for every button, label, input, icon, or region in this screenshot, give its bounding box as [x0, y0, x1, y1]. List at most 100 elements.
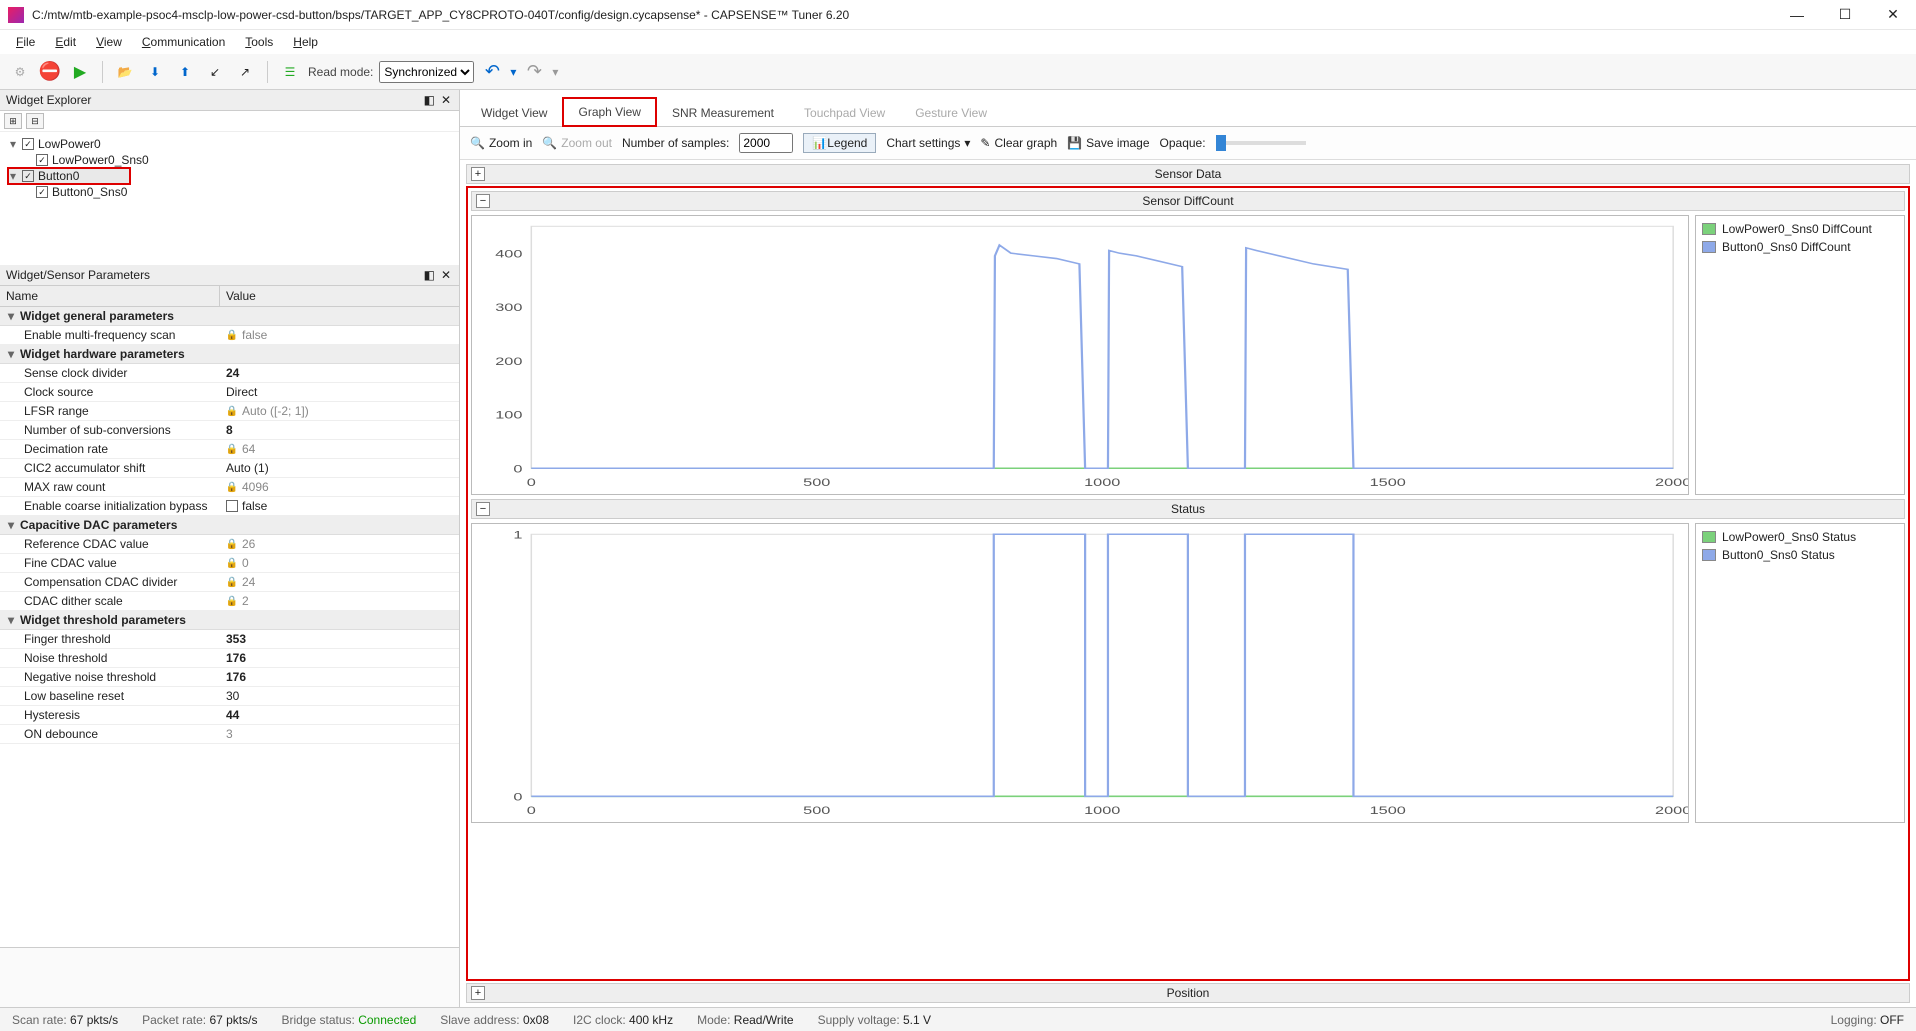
param-row[interactable]: Compensation CDAC divider🔒24: [0, 573, 459, 592]
checkbox[interactable]: ✓: [22, 170, 34, 182]
tab-touchpad: Touchpad View: [789, 99, 900, 126]
param-row[interactable]: Hysteresis44: [0, 706, 459, 725]
undock-icon[interactable]: ◧: [422, 268, 437, 282]
opaque-label: Opaque:: [1160, 136, 1206, 150]
legend-item[interactable]: Button0_Sns0 Status: [1702, 548, 1898, 562]
param-group[interactable]: ▾Widget general parameters: [0, 307, 459, 326]
svg-text:1000: 1000: [1084, 475, 1120, 488]
checkbox[interactable]: ✓: [36, 186, 48, 198]
svg-text:0: 0: [527, 475, 536, 488]
main-toolbar: ⚙ ⛔ ▶ 📂 ⬇ ⬆ ↙ ↗ ☰ Read mode: Synchronize…: [0, 54, 1916, 90]
param-row[interactable]: ON debounce3: [0, 725, 459, 744]
upload-icon[interactable]: ⬆: [173, 60, 197, 84]
checkbox[interactable]: ✓: [22, 138, 34, 150]
checkbox[interactable]: [226, 500, 238, 512]
param-row[interactable]: Decimation rate🔒64: [0, 440, 459, 459]
statusbar: Scan rate: 67 pkts/s Packet rate: 67 pkt…: [0, 1007, 1916, 1031]
param-group[interactable]: ▾Widget threshold parameters: [0, 611, 459, 630]
param-group[interactable]: ▾Widget hardware parameters: [0, 345, 459, 364]
menu-file[interactable]: File: [8, 33, 43, 51]
param-row[interactable]: Finger threshold353: [0, 630, 459, 649]
legend-item[interactable]: LowPower0_Sns0 DiffCount: [1702, 222, 1898, 236]
param-row[interactable]: Number of sub-conversions8: [0, 421, 459, 440]
param-row[interactable]: Reference CDAC value🔒26: [0, 535, 459, 554]
param-row[interactable]: Enable coarse initialization bypassfalse: [0, 497, 459, 516]
graph-toolbar: 🔍Zoom in 🔍Zoom out Number of samples: 📊L…: [460, 127, 1916, 160]
param-row[interactable]: Noise threshold176: [0, 649, 459, 668]
readmode-label: Read mode:: [308, 65, 373, 79]
list-icon[interactable]: ☰: [278, 60, 302, 84]
chart-settings-button[interactable]: Chart settings ▾: [886, 136, 970, 150]
stop-icon[interactable]: ⛔: [38, 60, 62, 84]
tree-node-button0[interactable]: ▾ ✓ Button0: [8, 168, 130, 184]
svg-text:1500: 1500: [1370, 475, 1406, 488]
expand-icon[interactable]: +: [471, 986, 485, 1000]
legend-item[interactable]: LowPower0_Sns0 Status: [1702, 530, 1898, 544]
param-row[interactable]: Low baseline reset30: [0, 687, 459, 706]
param-row[interactable]: MAX raw count🔒4096: [0, 478, 459, 497]
undock-icon[interactable]: ◧: [422, 93, 437, 107]
menu-help[interactable]: Help: [285, 33, 326, 51]
param-row[interactable]: Negative noise threshold176: [0, 668, 459, 687]
chevron-down-icon[interactable]: ▾: [8, 169, 18, 183]
tree-node-lowpower0-sns0[interactable]: ✓ LowPower0_Sns0: [8, 152, 451, 168]
menu-tools[interactable]: Tools: [237, 33, 281, 51]
svg-text:1: 1: [513, 528, 522, 541]
legend-button[interactable]: 📊Legend: [803, 133, 876, 153]
num-samples-input[interactable]: [739, 133, 793, 153]
readmode-select[interactable]: Synchronized: [379, 61, 474, 83]
diffcount-chart[interactable]: 01002003004000500100015002000: [471, 215, 1689, 495]
zoom-in-button[interactable]: 🔍Zoom in: [470, 136, 532, 150]
menu-communication[interactable]: Communication: [134, 33, 233, 51]
tab-widget-view[interactable]: Widget View: [466, 99, 562, 126]
param-row[interactable]: CDAC dither scale🔒2: [0, 592, 459, 611]
import-icon[interactable]: ↙: [203, 60, 227, 84]
collapse-all-icon[interactable]: ⊟: [26, 113, 44, 129]
gear-icon[interactable]: ⚙: [8, 60, 32, 84]
param-row[interactable]: CIC2 accumulator shiftAuto (1): [0, 459, 459, 478]
tree-node-lowpower0[interactable]: ▾ ✓ LowPower0: [8, 136, 451, 152]
redo-icon[interactable]: ↷: [522, 60, 546, 84]
param-row[interactable]: LFSR range🔒Auto ([-2; 1]): [0, 402, 459, 421]
section-diffcount[interactable]: − Sensor DiffCount: [471, 191, 1905, 211]
folder-icon[interactable]: 📂: [113, 60, 137, 84]
close-panel-icon[interactable]: ✕: [439, 268, 453, 282]
param-row[interactable]: Clock sourceDirect: [0, 383, 459, 402]
export-icon[interactable]: ↗: [233, 60, 257, 84]
section-status[interactable]: − Status: [471, 499, 1905, 519]
legend-item[interactable]: Button0_Sns0 DiffCount: [1702, 240, 1898, 254]
svg-text:1500: 1500: [1370, 803, 1406, 816]
param-row[interactable]: Fine CDAC value🔒0: [0, 554, 459, 573]
checkbox[interactable]: ✓: [36, 154, 48, 166]
menu-view[interactable]: View: [88, 33, 130, 51]
close-panel-icon[interactable]: ✕: [439, 93, 453, 107]
section-sensor-data[interactable]: + Sensor Data: [466, 164, 1910, 184]
tab-snr[interactable]: SNR Measurement: [657, 99, 789, 126]
param-group[interactable]: ▾Capacitive DAC parameters: [0, 516, 459, 535]
clear-graph-button[interactable]: ✎Clear graph: [980, 136, 1057, 150]
status-legend: LowPower0_Sns0 Status Button0_Sns0 Status: [1695, 523, 1905, 823]
opaque-slider[interactable]: [1216, 141, 1306, 145]
expand-icon[interactable]: +: [471, 167, 485, 181]
save-image-button[interactable]: 💾Save image: [1067, 136, 1149, 150]
chevron-down-icon[interactable]: ▾: [8, 137, 18, 151]
svg-text:1000: 1000: [1084, 803, 1120, 816]
status-chart[interactable]: 010500100015002000: [471, 523, 1689, 823]
download-icon[interactable]: ⬇: [143, 60, 167, 84]
collapse-icon[interactable]: −: [476, 502, 490, 516]
tree-node-button0-sns0[interactable]: ✓ Button0_Sns0: [8, 184, 451, 200]
svg-text:200: 200: [495, 354, 522, 367]
section-position[interactable]: + Position: [466, 983, 1910, 1003]
param-row[interactable]: Enable multi-frequency scan🔒false: [0, 326, 459, 345]
minimize-button[interactable]: —: [1782, 5, 1812, 25]
maximize-button[interactable]: ☐: [1830, 5, 1860, 25]
expand-all-icon[interactable]: ⊞: [4, 113, 22, 129]
window-title: C:/mtw/mtb-example-psoc4-msclp-low-power…: [32, 8, 1782, 22]
param-row[interactable]: Sense clock divider24: [0, 364, 459, 383]
tab-graph-view[interactable]: Graph View: [562, 97, 656, 127]
undo-icon[interactable]: ↶: [480, 60, 504, 84]
close-button[interactable]: ✕: [1878, 5, 1908, 25]
collapse-icon[interactable]: −: [476, 194, 490, 208]
menu-edit[interactable]: Edit: [47, 33, 84, 51]
play-icon[interactable]: ▶: [68, 60, 92, 84]
